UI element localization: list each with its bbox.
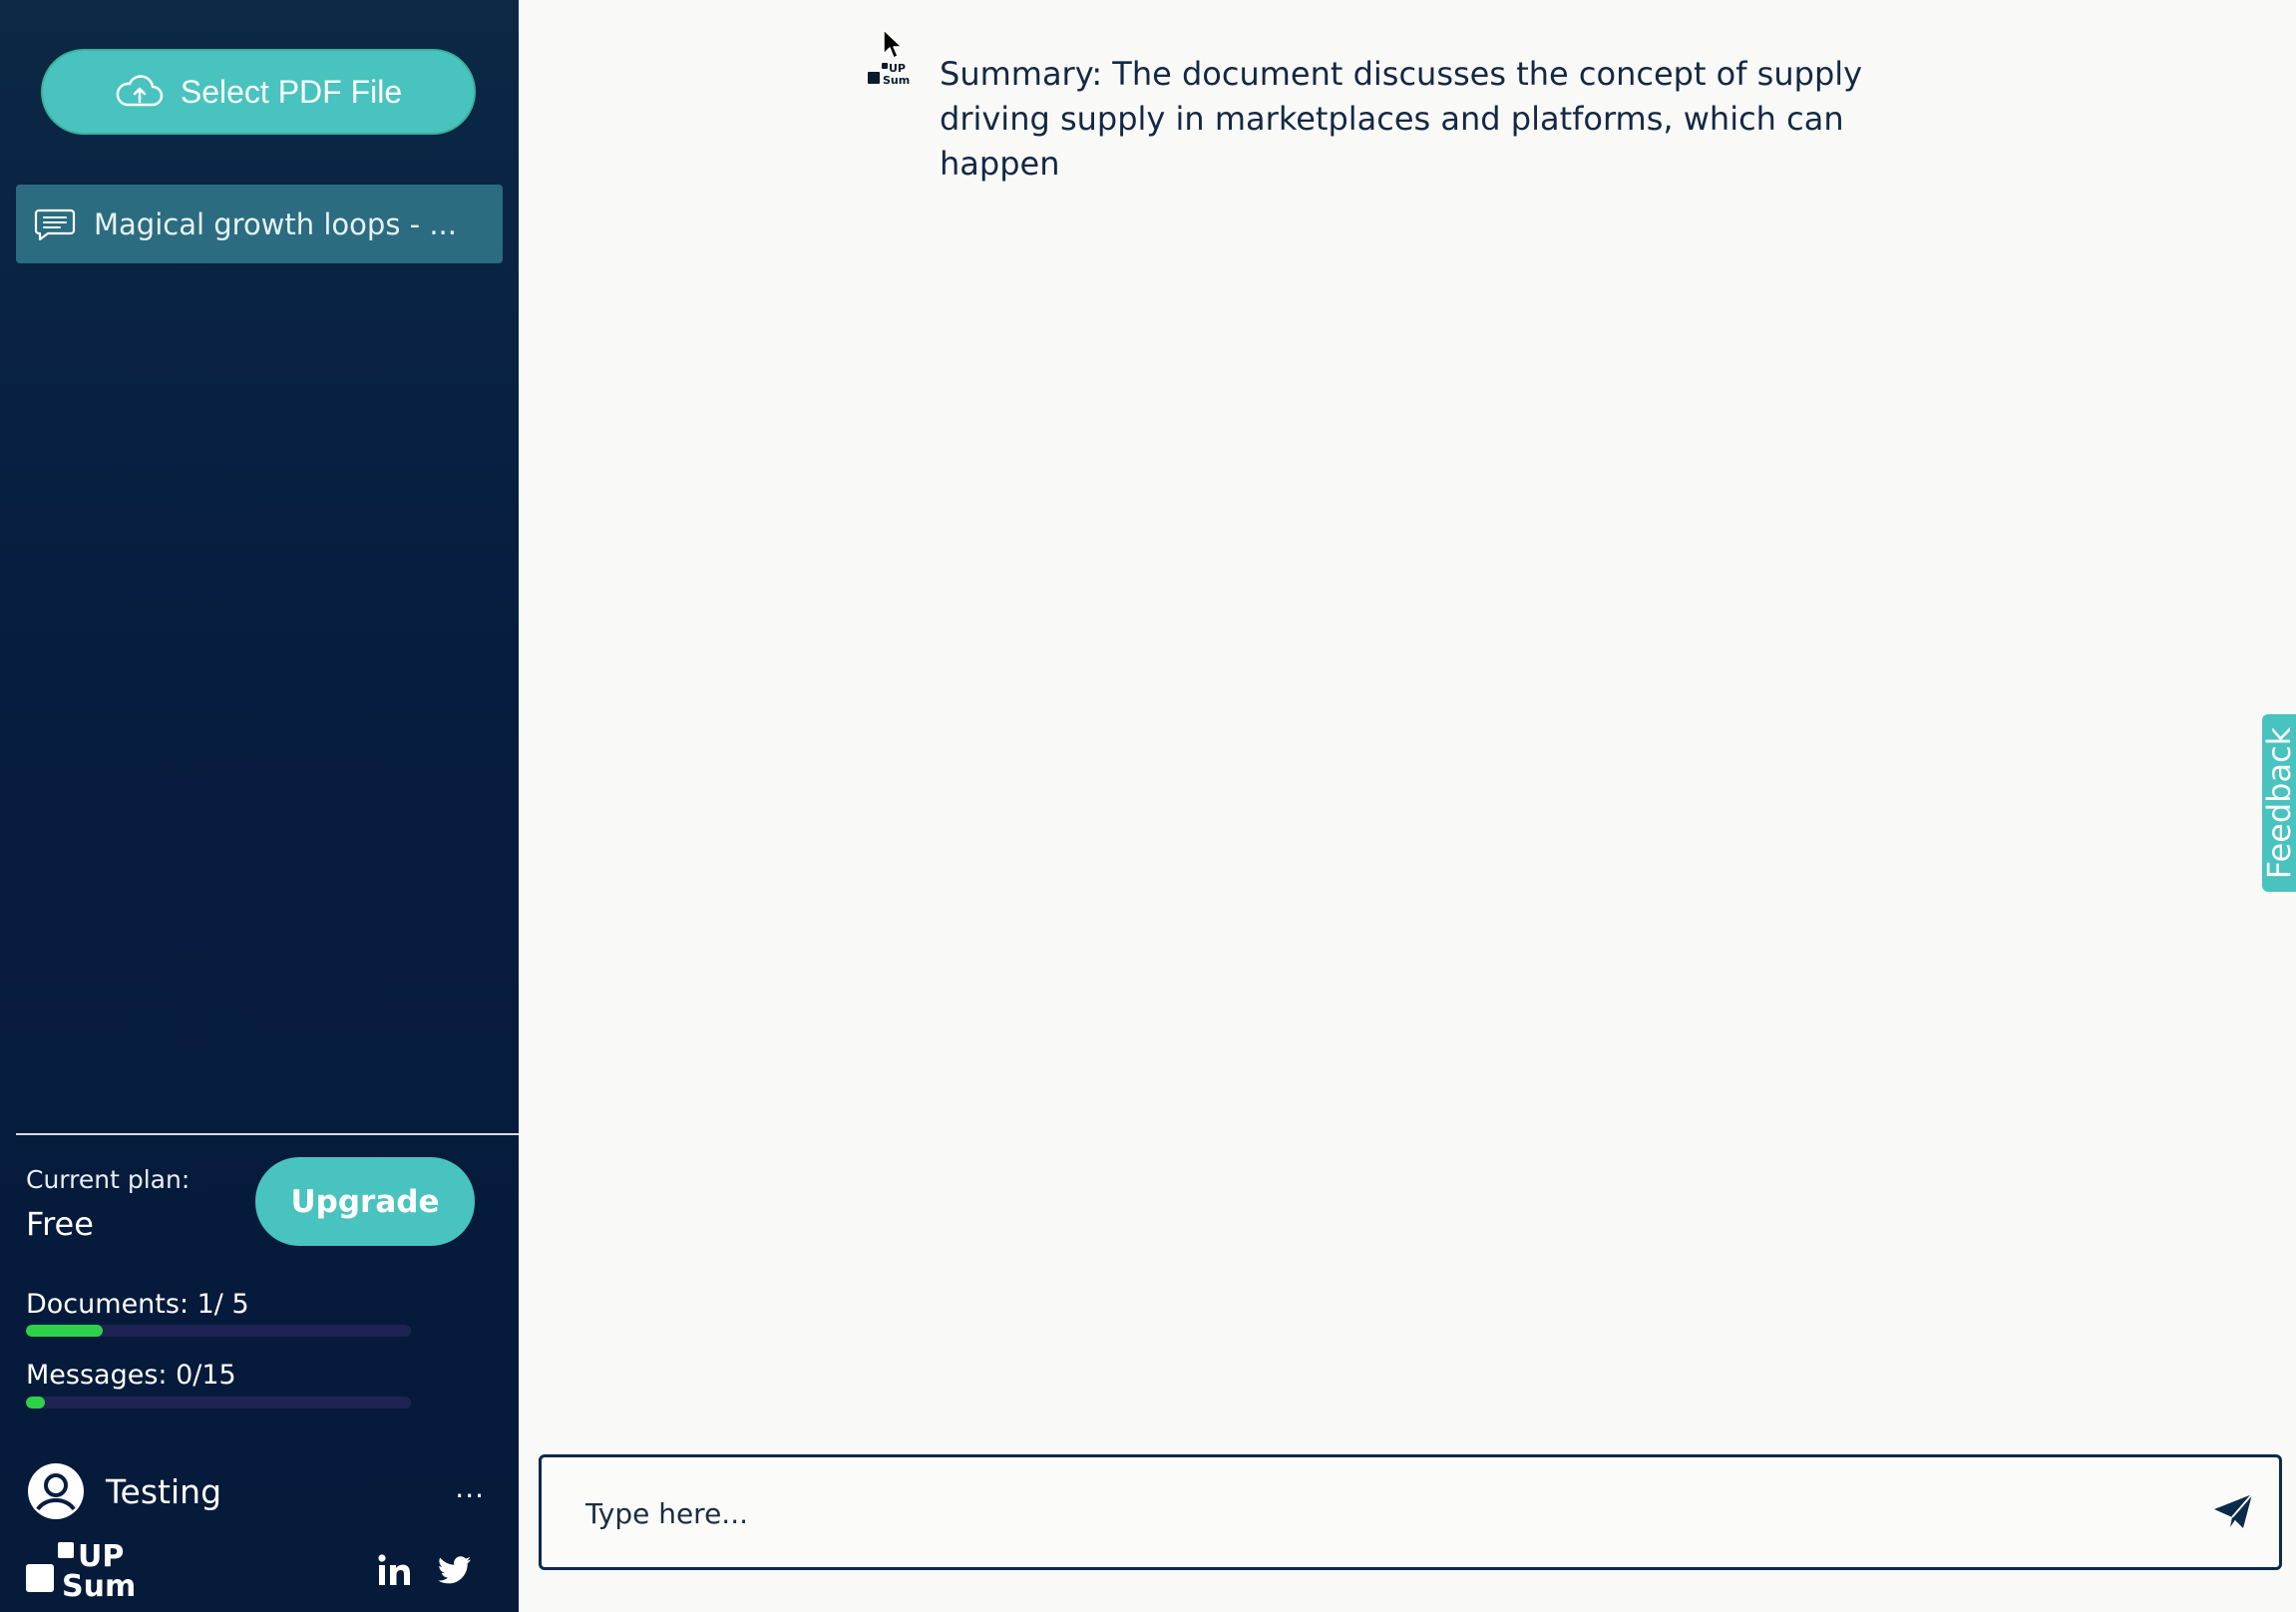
bot-avatar-logo: UP Sum [868,62,910,86]
select-pdf-button[interactable]: Select PDF File [41,49,476,135]
documents-progress-fill [26,1325,104,1337]
chat-area [519,0,2296,1612]
messages-progress-fill [26,1397,46,1409]
chat-input-box [539,1454,2282,1570]
messages-usage-label: Messages: 0/15 [26,1360,236,1391]
message-input[interactable] [583,1457,2143,1569]
current-plan-value: Free [26,1205,94,1243]
logo-text-bottom: Sum [62,1569,136,1598]
document-title: Magical growth loops - ... [94,206,457,241]
send-icon[interactable] [2211,1491,2255,1531]
avatar[interactable] [26,1461,86,1521]
feedback-tab[interactable]: Feedback [2262,714,2296,892]
bot-logo-text-bottom: Sum [883,74,910,86]
feedback-label: Feedback [2262,726,2296,880]
upsum-logo: UP Sum [26,1542,136,1598]
user-name: Testing [106,1471,222,1511]
messages-progress-bar [26,1397,411,1409]
sidebar-divider [16,1133,519,1135]
chat-bubble-icon [34,207,76,241]
documents-progress-bar [26,1325,411,1337]
app-window: Select PDF File Magical growth loops - .… [0,0,2296,1612]
twitter-icon[interactable] [437,1552,473,1588]
sidebar-item-document[interactable]: Magical growth loops - ... [16,185,503,263]
current-plan-label: Current plan: [26,1165,191,1194]
more-options-button[interactable]: ... [455,1471,485,1504]
cloud-upload-icon [115,75,165,109]
select-pdf-label: Select PDF File [180,73,403,110]
upgrade-button[interactable]: Upgrade [255,1157,475,1246]
summary-message: Summary: The document discusses the conc… [940,55,1863,183]
documents-usage-label: Documents: 1/ 5 [26,1289,249,1320]
sidebar: Select PDF File Magical growth loops - .… [0,0,519,1612]
user-row: Testing ... [26,1461,485,1521]
mouse-cursor-icon [883,29,903,59]
linkedin-icon[interactable] [377,1552,413,1588]
